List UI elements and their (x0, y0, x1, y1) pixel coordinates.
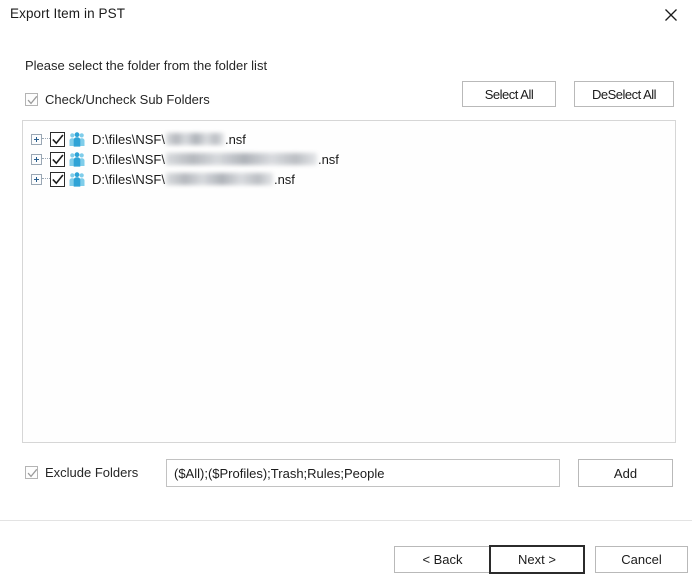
folder-item-checkbox[interactable] (50, 171, 65, 187)
deselect-all-button[interactable]: DeSelect All (574, 81, 674, 107)
folder-path-extension: .nsf (224, 131, 246, 147)
folder-tree-panel[interactable]: D:\files\NSF\ .nsf D:\files\NSF\ .nsf D:\f… (22, 120, 676, 443)
folder-path-prefix: D:\files\NSF\ (92, 171, 165, 187)
folder-item-label: D:\files\NSF\ .nsf (92, 132, 246, 147)
checkbox-icon (25, 93, 38, 106)
check-uncheck-sub-folders-checkbox[interactable]: Check/Uncheck Sub Folders (25, 92, 210, 107)
folder-item-label: D:\files\NSF\ .nsf (92, 152, 339, 167)
folder-tree-item[interactable]: D:\files\NSF\ .nsf (23, 169, 675, 189)
exclude-folders-label: Exclude Folders (45, 465, 139, 480)
expand-plus-icon[interactable] (31, 153, 42, 165)
folder-item-label: D:\files\NSF\ .nsf (92, 172, 295, 187)
folder-tree-list: D:\files\NSF\ .nsf D:\files\NSF\ .nsf D:\f… (23, 121, 675, 189)
checkbox-icon (25, 466, 38, 479)
instruction-text: Please select the folder from the folder… (25, 58, 268, 73)
folder-path-prefix: D:\files\NSF\ (92, 151, 165, 167)
folder-item-checkbox[interactable] (50, 131, 65, 147)
title-bar: Export Item in PST (0, 0, 692, 30)
folder-item-checkbox[interactable] (50, 151, 65, 167)
check-uncheck-sub-folders-label: Check/Uncheck Sub Folders (45, 92, 210, 107)
next-button[interactable]: Next > (489, 545, 585, 574)
redacted-file-name (165, 133, 224, 145)
window-title: Export Item in PST (10, 6, 126, 21)
nsf-database-icon (69, 131, 85, 147)
footer-separator (0, 520, 692, 521)
cancel-button[interactable]: Cancel (595, 546, 688, 573)
close-button[interactable] (654, 2, 688, 28)
exclude-folders-input[interactable] (166, 459, 560, 487)
tree-connector-line (42, 158, 50, 160)
select-all-button[interactable]: Select All (462, 81, 556, 107)
folder-path-extension: .nsf (273, 171, 295, 187)
redacted-file-name (165, 153, 317, 165)
folder-path-prefix: D:\files\NSF\ (92, 131, 165, 147)
add-button[interactable]: Add (578, 459, 673, 487)
expand-plus-icon[interactable] (31, 133, 42, 145)
folder-tree-item[interactable]: D:\files\NSF\ .nsf (23, 149, 675, 169)
nsf-database-icon (69, 171, 85, 187)
tree-connector-line (42, 138, 50, 140)
exclude-folders-checkbox[interactable]: Exclude Folders (25, 465, 138, 480)
back-button[interactable]: < Back (394, 546, 491, 573)
tree-connector-line (42, 178, 50, 180)
folder-tree-item[interactable]: D:\files\NSF\ .nsf (23, 129, 675, 149)
redacted-file-name (165, 173, 273, 185)
nsf-database-icon (69, 151, 85, 167)
expand-plus-icon[interactable] (31, 173, 42, 185)
folder-path-extension: .nsf (317, 151, 339, 167)
close-icon (664, 8, 678, 22)
